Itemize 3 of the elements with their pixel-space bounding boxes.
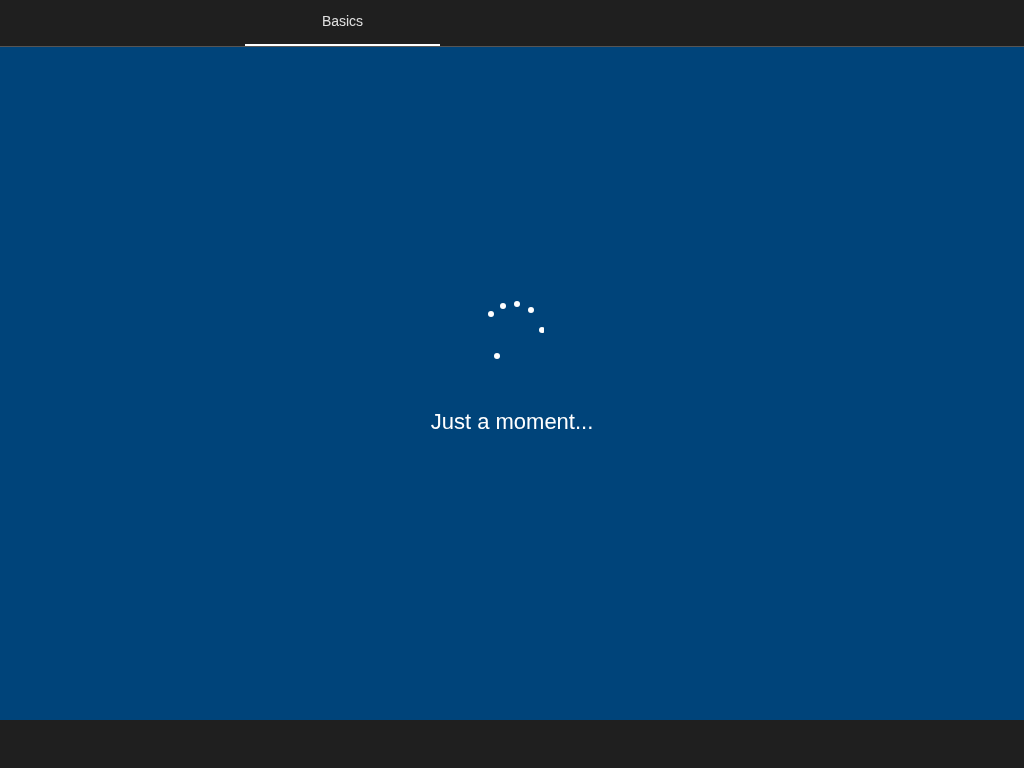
status-message: Just a moment... [430,408,594,436]
loading-spinner-icon [486,301,544,359]
tab[interactable]: Basics [245,0,440,46]
